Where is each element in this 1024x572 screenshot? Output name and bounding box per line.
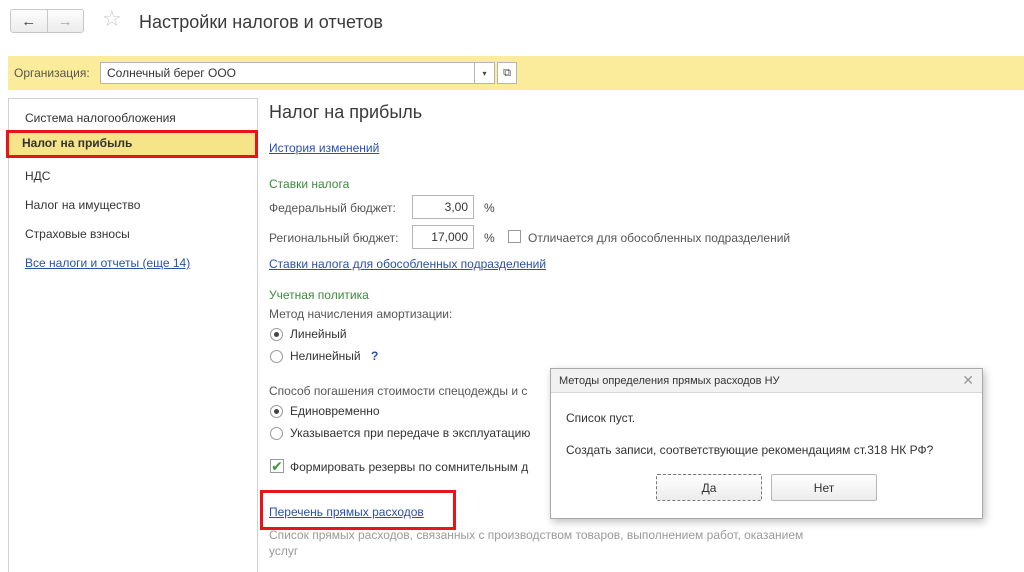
- forward-icon[interactable]: →: [46, 10, 84, 32]
- direct-costs-description: Список прямых расходов, связанных с прои…: [269, 528, 804, 542]
- sidebar-item-insurance[interactable]: Страховые взносы: [9, 221, 257, 245]
- navigation-buttons: ← →: [10, 9, 84, 33]
- sidebar-item-profit-tax[interactable]: Налог на прибыль: [6, 130, 258, 158]
- dialog-message-empty: Список пуст.: [566, 411, 636, 425]
- onetime-label: Единовременно: [290, 404, 380, 418]
- federal-label: Федеральный бюджет:: [269, 201, 396, 215]
- differs-label: Отличается для обособленных подразделени…: [528, 231, 791, 245]
- regional-rate-input[interactable]: 17,000: [412, 225, 474, 249]
- section-heading: Налог на прибыль: [269, 102, 423, 122]
- close-icon[interactable]: ✕: [962, 372, 974, 389]
- onuse-label: Указывается при передаче в эксплуатацию: [290, 426, 531, 440]
- chevron-down-icon[interactable]: ▾: [475, 62, 495, 84]
- sidebar-item-property-tax[interactable]: Налог на имущество: [9, 192, 257, 216]
- branch-rates-link[interactable]: Ставки налога для обособленных подраздел…: [269, 257, 546, 271]
- open-icon[interactable]: ⧉: [497, 62, 517, 84]
- onuse-radio[interactable]: [270, 427, 283, 440]
- all-taxes-link[interactable]: Все налоги и отчеты (еще 14): [25, 256, 190, 270]
- linear-radio[interactable]: [270, 328, 283, 341]
- direct-costs-link[interactable]: Перечень прямых расходов: [269, 505, 424, 519]
- back-icon[interactable]: ←: [11, 10, 47, 32]
- no-button[interactable]: Нет: [771, 474, 877, 501]
- federal-percent: %: [484, 201, 495, 215]
- history-link[interactable]: История изменений: [269, 141, 379, 155]
- dialog-title: Методы определения прямых расходов НУ: [559, 375, 780, 387]
- differs-checkbox[interactable]: [508, 230, 521, 243]
- organization-field[interactable]: Солнечный берег ООО: [100, 62, 475, 84]
- nonlinear-label: Нелинейный: [290, 349, 361, 363]
- depreciation-label: Метод начисления амортизации:: [269, 307, 453, 321]
- reserves-label: Формировать резервы по сомнительным д: [290, 460, 529, 474]
- onetime-radio[interactable]: [270, 405, 283, 418]
- linear-label: Линейный: [290, 327, 347, 341]
- policy-section-title: Учетная политика: [269, 288, 369, 302]
- workwear-label: Способ погашения стоимости спецодежды и …: [269, 384, 528, 398]
- favorite-star-icon[interactable]: ☆: [102, 8, 122, 30]
- yes-button[interactable]: Да: [656, 474, 762, 501]
- dialog-message-question: Создать записи, соответствующие рекоменд…: [566, 443, 934, 457]
- help-icon[interactable]: ?: [371, 349, 378, 363]
- sidebar-item-vat[interactable]: НДС: [9, 163, 257, 187]
- rates-section-title: Ставки налога: [269, 177, 350, 191]
- organization-label: Организация:: [14, 66, 90, 80]
- sidebar: Система налогообложения Налог на прибыль…: [6, 98, 258, 572]
- organization-bar: Организация: Солнечный берег ООО ▾ ⧉: [8, 56, 1024, 90]
- page-title: Настройки налогов и отчетов: [139, 12, 383, 32]
- regional-label: Региональный бюджет:: [269, 231, 399, 245]
- sidebar-item-tax-system[interactable]: Система налогообложения: [9, 105, 257, 129]
- direct-costs-dialog: Методы определения прямых расходов НУ ✕ …: [550, 368, 983, 519]
- regional-percent: %: [484, 231, 495, 245]
- nonlinear-radio[interactable]: [270, 350, 283, 363]
- direct-costs-description-cont: услуг: [269, 544, 299, 558]
- sidebar-item-all-taxes[interactable]: Все налоги и отчеты (еще 14): [9, 250, 257, 274]
- dialog-header: Методы определения прямых расходов НУ ✕: [551, 369, 982, 393]
- federal-rate-input[interactable]: 3,00: [412, 195, 474, 219]
- reserves-checkbox[interactable]: ✔: [270, 459, 284, 473]
